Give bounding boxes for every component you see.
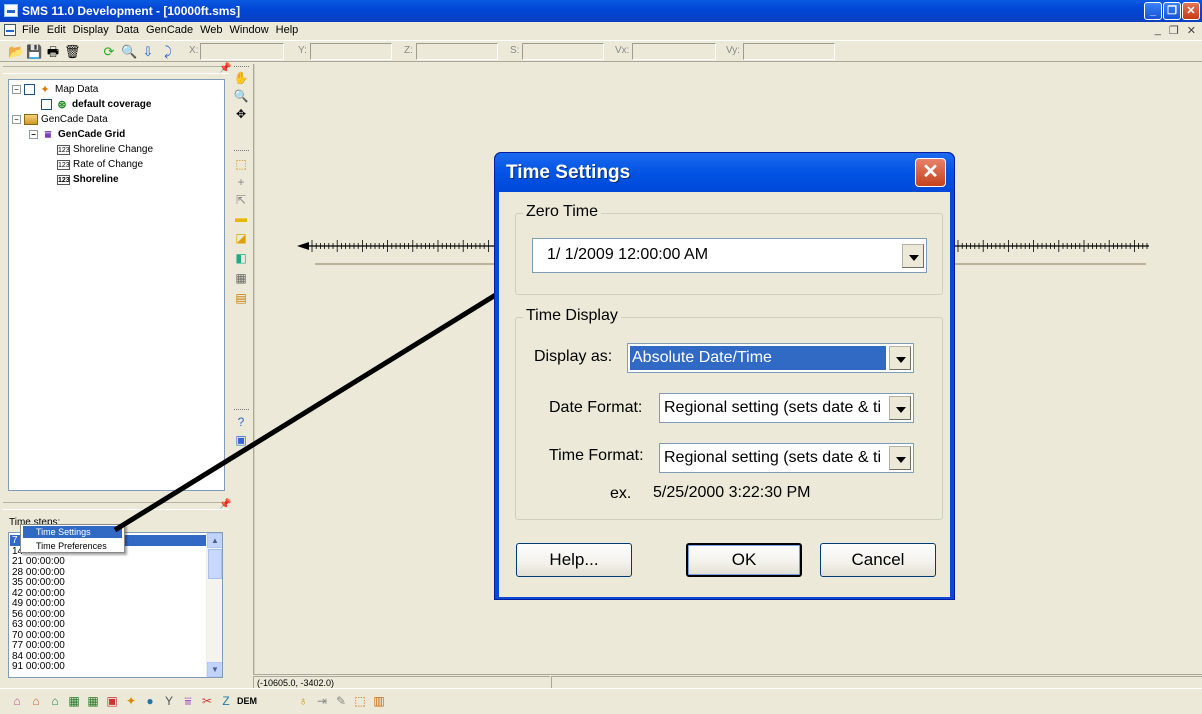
map-module-icon[interactable]: ✦ xyxy=(123,693,139,709)
particle-module-icon[interactable]: Y xyxy=(161,693,177,709)
film-icon[interactable]: ✎ xyxy=(333,693,349,709)
raster-icon[interactable]: ▣ xyxy=(104,693,120,709)
zero-time-group: Zero Time 1/ 1/2009 12:00:00 AM xyxy=(515,203,943,295)
gis-module-icon[interactable]: ● xyxy=(142,693,158,709)
date-format-label: Date Format: xyxy=(549,399,643,416)
date-format-value: Regional setting (sets date & ti xyxy=(664,399,882,416)
scatter-module-icon[interactable]: ⌂ xyxy=(47,693,63,709)
quadtree-icon[interactable]: ▦ xyxy=(85,693,101,709)
cartesian-grid-icon[interactable]: ▦ xyxy=(66,693,82,709)
example-label: ex. xyxy=(610,485,632,502)
dialog-title-bar[interactable]: Time Settings ✕ xyxy=(495,153,954,192)
annotation-module-icon[interactable]: ✂ xyxy=(199,693,215,709)
zero-time-value: 1/ 1/2009 12:00:00 AM xyxy=(547,246,709,263)
status-message xyxy=(551,676,1202,688)
grid-module-icon[interactable]: ⌂ xyxy=(28,693,44,709)
module-toolbar: ⌂ ⌂ ⌂ ▦ ▦ ▣ ✦ ● Y ⩸ ✂ Z DEM ♁ ⇥ ✎ ⬚ ▥ xyxy=(0,688,1202,714)
zero-time-picker[interactable]: 1/ 1/2009 12:00:00 AM xyxy=(532,238,927,273)
chevron-down-icon[interactable] xyxy=(889,346,911,370)
time-format-select[interactable]: Regional setting (sets date & ti xyxy=(659,443,914,473)
ok-button[interactable]: OK xyxy=(686,543,802,577)
display-as-label: Display as: xyxy=(534,348,613,365)
gencade-module-icon[interactable]: ⩸ xyxy=(180,693,196,709)
pan-icon[interactable]: ♁ xyxy=(295,693,311,709)
time-format-value: Regional setting (sets date & ti xyxy=(664,449,882,466)
dem-module-icon[interactable]: DEM xyxy=(237,693,257,709)
callout-pointer-line xyxy=(113,272,530,533)
display-as-select[interactable]: Absolute Date/Time xyxy=(627,343,914,373)
time-display-group: Time Display Display as: Absolute Date/T… xyxy=(515,307,943,520)
time-format-label: Time Format: xyxy=(549,447,644,464)
zero-time-group-label: Zero Time xyxy=(523,203,602,221)
time-display-group-label: Time Display xyxy=(523,307,621,325)
dialog-close-button[interactable]: ✕ xyxy=(915,158,946,187)
help-button[interactable]: Help... xyxy=(516,543,632,577)
step-icon[interactable]: ⇥ xyxy=(314,693,330,709)
status-coords: (-10605.0, -3402.0) xyxy=(253,676,550,688)
chevron-down-icon[interactable] xyxy=(889,396,911,420)
chart-icon[interactable]: ▥ xyxy=(371,693,387,709)
chevron-down-icon[interactable] xyxy=(889,446,911,470)
time-settings-dialog: Time Settings ✕ Zero Time 1/ 1/2009 12:0… xyxy=(494,152,955,600)
status-bar: (-10605.0, -3402.0) xyxy=(253,674,1202,688)
cancel-button[interactable]: Cancel xyxy=(820,543,936,577)
ptm-module-icon[interactable]: Z xyxy=(218,693,234,709)
example-value: 5/25/2000 3:22:30 PM xyxy=(653,484,811,501)
dialog-title: Time Settings xyxy=(506,162,631,183)
display-as-value: Absolute Date/Time xyxy=(632,349,772,366)
export-icon[interactable]: ⬚ xyxy=(352,693,368,709)
ruler-arrow-icon xyxy=(297,242,309,250)
date-format-select[interactable]: Regional setting (sets date & ti xyxy=(659,393,914,423)
dialog-body: Zero Time 1/ 1/2009 12:00:00 AM Time Dis… xyxy=(499,192,950,597)
chevron-down-icon[interactable] xyxy=(902,244,924,268)
mesh-module-icon[interactable]: ⌂ xyxy=(9,693,25,709)
